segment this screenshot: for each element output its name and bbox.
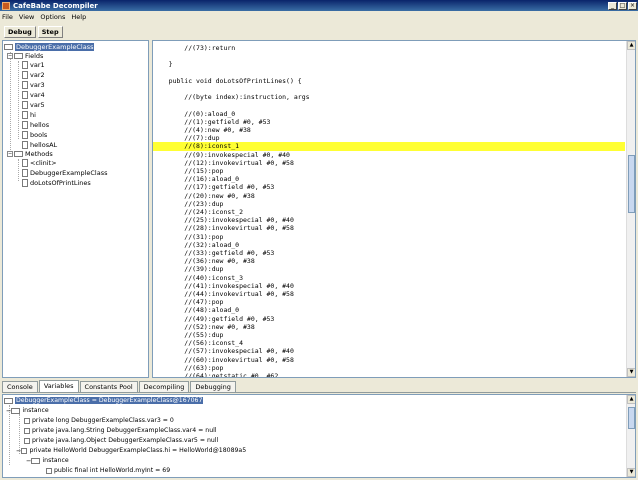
tree-field-item[interactable]: var5 [22, 100, 45, 109]
nested-field[interactable]: public final int HelloWorld.myInt = 69 [46, 466, 170, 475]
file-icon [22, 100, 28, 109]
variable-field[interactable]: private java.lang.String DebuggerExample… [24, 426, 217, 435]
tree-field-item[interactable]: hellos [22, 120, 49, 129]
collapse-icon[interactable]: − [7, 52, 13, 59]
tab-variables[interactable]: Variables [38, 380, 79, 392]
scroll-thumb[interactable] [628, 407, 635, 429]
file-icon [22, 140, 28, 149]
folder-icon [14, 150, 23, 157]
field-icon [46, 467, 52, 474]
tree-method-item[interactable]: DebuggerExampleClass [22, 168, 107, 177]
menu-file[interactable]: File [2, 13, 13, 21]
folder-icon [4, 43, 13, 50]
tab-debugging[interactable]: Debugging [190, 381, 236, 392]
file-icon [22, 60, 28, 69]
scroll-up-icon[interactable]: ▲ [627, 395, 635, 404]
tree-methods-label: Methods [25, 149, 53, 158]
tree-root-node[interactable]: DebuggerExampleClass [4, 42, 95, 51]
file-icon [22, 70, 28, 79]
tree-root-label: DebuggerExampleClass [15, 42, 95, 51]
collapse-icon[interactable]: − [7, 150, 13, 157]
tab-console[interactable]: Console [2, 381, 38, 392]
title-bar: CafeBabe Decompiler _ □ × [0, 0, 638, 11]
tree-field-item[interactable]: var4 [22, 90, 45, 99]
file-icon [22, 120, 28, 129]
folder-icon [4, 397, 13, 404]
variables-root[interactable]: DebuggerExampleClass = DebuggerExampleCl… [4, 396, 204, 405]
class-tree[interactable]: DebuggerExampleClass − Fields var1 var2 … [2, 40, 149, 378]
field-icon [24, 417, 30, 424]
file-icon [22, 80, 28, 89]
variable-field[interactable]: private long DebuggerExampleClass.var3 =… [24, 416, 174, 425]
file-icon [22, 158, 28, 167]
nested-instance-node[interactable]: − instance [26, 456, 69, 465]
file-icon [22, 178, 28, 187]
bottom-tabs: Console Variables Constants Pool Decompi… [2, 380, 636, 393]
tree-field-item[interactable]: var2 [22, 70, 45, 79]
menu-help[interactable]: Help [71, 13, 86, 21]
scroll-down-icon[interactable]: ▼ [627, 368, 635, 377]
tree-method-item[interactable]: doLotsOfPrintLines [22, 178, 91, 187]
maximize-button[interactable]: □ [618, 1, 627, 10]
tree-field-item[interactable]: hi [22, 110, 36, 119]
tree-method-item[interactable]: <clinit> [22, 158, 57, 167]
folder-icon [11, 407, 21, 414]
tree-fields-node[interactable]: − Fields [7, 51, 43, 60]
variable-field-hi[interactable]: − private HelloWorld DebuggerExampleClas… [16, 446, 246, 455]
tree-field-item[interactable]: var3 [22, 80, 45, 89]
field-icon [21, 447, 28, 454]
tree-methods-node[interactable]: − Methods [7, 149, 53, 158]
field-icon [24, 427, 30, 434]
menu-view[interactable]: View [19, 13, 34, 21]
file-icon [22, 168, 28, 177]
tree-field-item[interactable]: bools [22, 130, 47, 139]
file-icon [22, 110, 28, 119]
variable-field[interactable]: private java.lang.Object DebuggerExample… [24, 436, 218, 445]
variables-scrollbar[interactable]: ▲ ▼ [626, 395, 635, 477]
menu-bar: File View Options Help [0, 11, 638, 23]
code-view[interactable]: //(73):return } public void doLotsOfPrin… [152, 40, 636, 378]
toolbar: Debug Step [0, 23, 638, 40]
code-scrollbar[interactable]: ▲ ▼ [626, 41, 635, 377]
tree-fields-label: Fields [25, 51, 44, 60]
tree-field-item[interactable]: hellosAL [22, 140, 57, 149]
variables-instance-node[interactable]: − instance [6, 406, 49, 415]
app-icon [2, 1, 10, 10]
step-button[interactable]: Step [37, 25, 63, 38]
variables-pane[interactable]: DebuggerExampleClass = DebuggerExampleCl… [2, 394, 636, 478]
tab-constants-pool[interactable]: Constants Pool [79, 381, 138, 392]
file-icon [22, 90, 28, 99]
minimize-button[interactable]: _ [608, 1, 617, 10]
close-button[interactable]: × [628, 1, 637, 10]
scroll-up-icon[interactable]: ▲ [627, 41, 635, 50]
scroll-thumb[interactable] [628, 155, 635, 213]
scroll-down-icon[interactable]: ▼ [627, 468, 635, 477]
file-icon [22, 130, 28, 139]
folder-icon [31, 457, 41, 464]
debug-button[interactable]: Debug [4, 25, 36, 38]
code-line: //(64):getstatic #0, #62 [153, 372, 279, 378]
field-icon [24, 437, 30, 444]
folder-icon [14, 52, 23, 59]
tab-decompiling[interactable]: Decompiling [138, 381, 190, 392]
menu-options[interactable]: Options [40, 13, 65, 21]
window-title: CafeBabe Decompiler [13, 1, 98, 10]
tree-field-item[interactable]: var1 [22, 60, 45, 69]
